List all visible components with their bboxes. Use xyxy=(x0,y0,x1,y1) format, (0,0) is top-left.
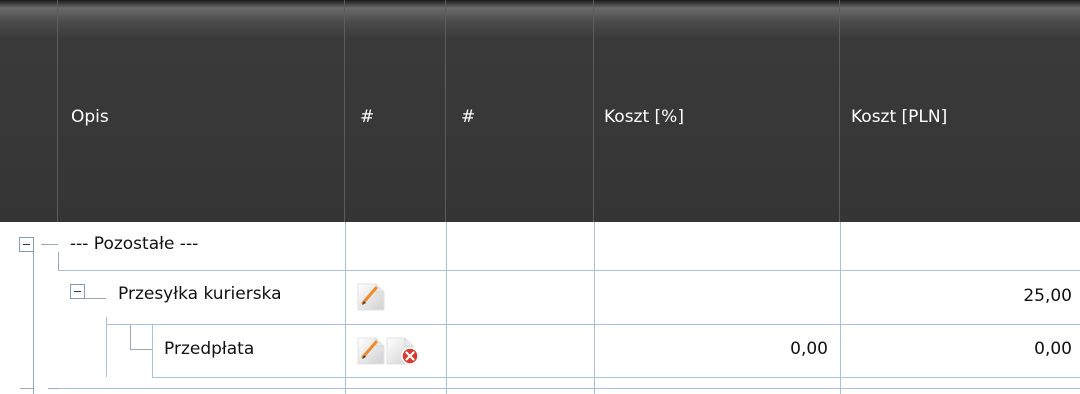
row-label-przesylka: Przesyłka kurierska xyxy=(118,284,282,304)
koszt-pln-value: 25,00 xyxy=(1023,286,1072,306)
grid-vline xyxy=(446,222,447,394)
grid-vline xyxy=(345,222,346,394)
header-cell-koszt-pln[interactable]: Koszt [PLN] xyxy=(840,0,1080,222)
grid-hline xyxy=(106,324,1080,325)
header-cell-opis[interactable]: Opis xyxy=(58,0,345,222)
grid-vline xyxy=(106,317,107,377)
row-label-przedplata: Przedpłata xyxy=(164,339,255,359)
delete-icon[interactable] xyxy=(386,335,420,365)
grid-hline xyxy=(58,270,1080,271)
koszt-pln-value: 0,00 xyxy=(1034,339,1072,359)
pencil-edit-icon[interactable] xyxy=(357,335,385,365)
header-cell-koszt-pct[interactable]: Koszt [%] xyxy=(594,0,840,222)
grid-vline xyxy=(594,222,595,394)
grid-vline xyxy=(152,325,153,377)
column-header-opis: Opis xyxy=(71,107,109,127)
koszt-pct-value: 0,00 xyxy=(790,339,828,359)
grid-hline xyxy=(152,377,1080,378)
tree-connector xyxy=(130,349,152,350)
data-grid: Opis # # Koszt [%] Koszt [PLN] --- Pozos… xyxy=(0,0,1080,394)
column-header-koszt-pln: Koszt [PLN] xyxy=(851,107,948,127)
grid-vline xyxy=(840,222,841,394)
column-header-koszt-pct: Koszt [%] xyxy=(604,107,684,127)
column-header-hash-1: # xyxy=(360,107,375,127)
column-header-hash-2: # xyxy=(461,107,476,127)
grid-hline xyxy=(58,388,1080,389)
row-label-pozostale: --- Pozostałe --- xyxy=(70,234,199,254)
header-cell-hash-1[interactable]: # xyxy=(345,0,446,222)
tree-connector xyxy=(41,244,58,245)
tree-connector xyxy=(20,388,34,389)
tree-connector xyxy=(33,252,34,394)
tree-connector xyxy=(85,298,106,299)
tree-collapse-icon[interactable] xyxy=(70,284,85,299)
header-cell-tree[interactable] xyxy=(0,0,58,222)
pencil-edit-icon[interactable] xyxy=(357,281,385,311)
header-cell-hash-2[interactable]: # xyxy=(446,0,594,222)
grid-header: Opis # # Koszt [%] Koszt [PLN] xyxy=(0,0,1080,222)
tree-collapse-icon[interactable] xyxy=(19,237,34,252)
tree-connector xyxy=(130,325,131,349)
tree-connector xyxy=(58,252,59,270)
